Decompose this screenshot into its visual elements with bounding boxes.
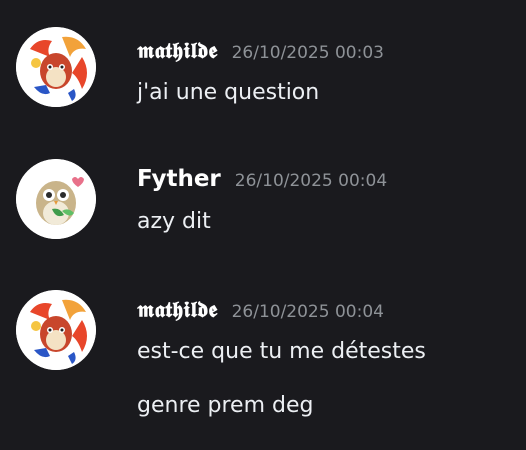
fire-pokemon-avatar-icon[interactable] xyxy=(16,290,96,370)
timestamp: 26/10/2025 00:04 xyxy=(231,302,384,322)
message-text: j'ai une question xyxy=(137,80,320,105)
message-header: 𝖒𝖆𝖙𝖍𝖎𝖑𝖉𝖊 26/10/2025 00:03 xyxy=(137,38,384,64)
fire-pokemon-avatar-icon[interactable] xyxy=(16,27,96,107)
message-text: est-ce que tu me détestes xyxy=(137,339,426,364)
username[interactable]: 𝖒𝖆𝖙𝖍𝖎𝖑𝖉𝖊 xyxy=(137,38,218,64)
message-header: 𝖒𝖆𝖙𝖍𝖎𝖑𝖉𝖊 26/10/2025 00:04 xyxy=(137,297,384,323)
chat-message-list: 𝖒𝖆𝖙𝖍𝖎𝖑𝖉𝖊 26/10/2025 00:03 j'ai une quest… xyxy=(0,0,526,450)
timestamp: 26/10/2025 00:04 xyxy=(234,171,388,191)
timestamp: 26/10/2025 00:03 xyxy=(231,43,384,63)
message-text: azy dit xyxy=(137,209,211,234)
owl-pokemon-avatar-icon[interactable] xyxy=(16,159,96,239)
username[interactable]: Fyther xyxy=(137,166,221,192)
username[interactable]: 𝖒𝖆𝖙𝖍𝖎𝖑𝖉𝖊 xyxy=(137,297,218,323)
message-text: genre prem deg xyxy=(137,393,314,418)
message-header: Fyther 26/10/2025 00:04 xyxy=(137,166,387,192)
